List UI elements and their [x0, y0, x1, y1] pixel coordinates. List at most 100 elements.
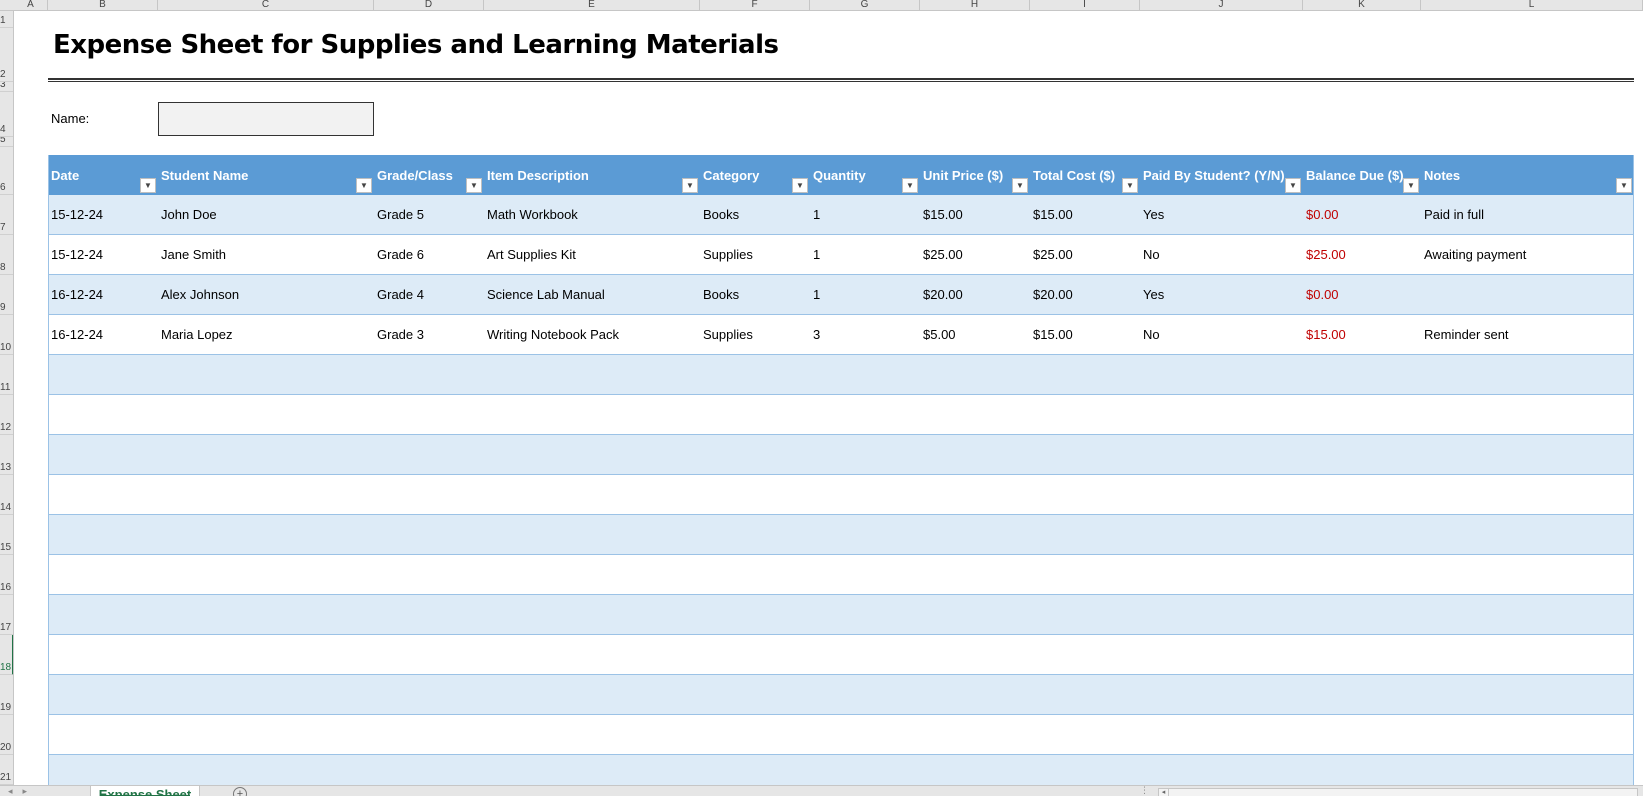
table-cell[interactable]: Alex Johnson: [158, 275, 374, 315]
table-cell[interactable]: 1: [810, 235, 920, 275]
row-header[interactable]: 17: [0, 595, 13, 635]
row-header[interactable]: 8: [0, 235, 13, 275]
table-cell[interactable]: Supplies: [700, 315, 810, 355]
table-cell[interactable]: Grade 5: [374, 195, 484, 235]
table-cell[interactable]: 15-12-24: [48, 195, 158, 235]
scroll-splitter-icon[interactable]: ⋮: [1140, 786, 1149, 795]
row-header[interactable]: 11: [0, 355, 13, 395]
table-cell[interactable]: Yes: [1140, 275, 1303, 315]
column-header[interactable]: J: [1140, 0, 1303, 11]
column-header[interactable]: G: [810, 0, 920, 11]
table-cell[interactable]: Grade 3: [374, 315, 484, 355]
table-cell[interactable]: 1: [810, 195, 920, 235]
row-header[interactable]: 7: [0, 195, 13, 235]
table-cell[interactable]: Awaiting payment: [1421, 235, 1634, 275]
table-cell[interactable]: [1421, 275, 1634, 315]
table-cell[interactable]: $25.00: [1030, 235, 1140, 275]
row-header[interactable]: 1: [0, 11, 13, 28]
table-row[interactable]: 15-12-24 John Doe Grade 5 Math Workbook Book…: [48, 195, 1634, 235]
column-header[interactable]: A: [14, 0, 48, 11]
table-cell[interactable]: $20.00: [920, 275, 1030, 315]
filter-dropdown-icon[interactable]: ▼: [356, 178, 372, 193]
table-row[interactable]: [48, 675, 1634, 715]
table-cell[interactable]: Writing Notebook Pack: [484, 315, 700, 355]
column-header[interactable]: K: [1303, 0, 1421, 11]
row-header[interactable]: 3: [0, 82, 13, 92]
row-header[interactable]: 12: [0, 395, 13, 435]
table-row[interactable]: 16-12-24 Maria Lopez Grade 3 Writing Notebo…: [48, 315, 1634, 355]
table-cell[interactable]: 1: [810, 275, 920, 315]
filter-dropdown-icon[interactable]: ▼: [1012, 178, 1028, 193]
table-cell[interactable]: Books: [700, 195, 810, 235]
table-cell[interactable]: No: [1140, 235, 1303, 275]
row-header[interactable]: 15: [0, 515, 13, 555]
table-cell[interactable]: $15.00: [920, 195, 1030, 235]
filter-dropdown-icon[interactable]: ▼: [1403, 178, 1419, 193]
row-header[interactable]: 9: [0, 275, 13, 315]
column-header[interactable]: D: [374, 0, 484, 11]
table-cell[interactable]: $15.00: [1030, 315, 1140, 355]
column-header[interactable]: C: [158, 0, 374, 11]
table-cell[interactable]: Reminder sent: [1421, 315, 1634, 355]
table-cell[interactable]: $5.00: [920, 315, 1030, 355]
table-cell[interactable]: Books: [700, 275, 810, 315]
table-cell[interactable]: No: [1140, 315, 1303, 355]
table-row[interactable]: [48, 395, 1634, 435]
row-header[interactable]: 5: [0, 137, 13, 147]
table-cell[interactable]: 15-12-24: [48, 235, 158, 275]
filter-dropdown-icon[interactable]: ▼: [466, 178, 482, 193]
row-header[interactable]: 21: [0, 755, 13, 785]
row-header[interactable]: 14: [0, 475, 13, 515]
filter-dropdown-icon[interactable]: ▼: [1616, 178, 1632, 193]
table-row[interactable]: 16-12-24 Alex Johnson Grade 4 Science Lab M…: [48, 275, 1634, 315]
row-header[interactable]: 10: [0, 315, 13, 355]
column-header[interactable]: E: [484, 0, 700, 11]
table-cell[interactable]: Grade 4: [374, 275, 484, 315]
row-header[interactable]: 13: [0, 435, 13, 475]
table-cell[interactable]: Maria Lopez: [158, 315, 374, 355]
table-cell[interactable]: $20.00: [1030, 275, 1140, 315]
table-cell[interactable]: Grade 6: [374, 235, 484, 275]
table-row[interactable]: [48, 475, 1634, 515]
name-field[interactable]: [158, 102, 374, 136]
table-cell[interactable]: 3: [810, 315, 920, 355]
column-header[interactable]: F: [700, 0, 810, 11]
column-header[interactable]: L: [1421, 0, 1643, 11]
table-row[interactable]: 15-12-24 Jane Smith Grade 6 Art Supplies Ki…: [48, 235, 1634, 275]
table-row[interactable]: [48, 355, 1634, 395]
table-cell[interactable]: $25.00: [1303, 235, 1421, 275]
filter-dropdown-icon[interactable]: ▼: [1285, 178, 1301, 193]
row-header[interactable]: 6: [0, 147, 13, 195]
filter-dropdown-icon[interactable]: ▼: [140, 178, 156, 193]
table-cell[interactable]: Jane Smith: [158, 235, 374, 275]
table-row[interactable]: [48, 555, 1634, 595]
table-cell[interactable]: 16-12-24: [48, 275, 158, 315]
table-row[interactable]: [48, 635, 1634, 675]
table-row[interactable]: [48, 435, 1634, 475]
table-row[interactable]: [48, 515, 1634, 555]
row-header[interactable]: 20: [0, 715, 13, 755]
plus-circle-icon[interactable]: +: [233, 787, 247, 796]
table-cell[interactable]: Yes: [1140, 195, 1303, 235]
table-cell[interactable]: 16-12-24: [48, 315, 158, 355]
table-cell[interactable]: $0.00: [1303, 275, 1421, 315]
horizontal-scrollbar[interactable]: ◂: [1158, 788, 1638, 796]
table-cell[interactable]: Math Workbook: [484, 195, 700, 235]
table-cell[interactable]: Science Lab Manual: [484, 275, 700, 315]
row-header[interactable]: 16: [0, 555, 13, 595]
filter-dropdown-icon[interactable]: ▼: [1122, 178, 1138, 193]
filter-dropdown-icon[interactable]: ▼: [792, 178, 808, 193]
column-header[interactable]: I: [1030, 0, 1140, 11]
column-header[interactable]: H: [920, 0, 1030, 11]
table-cell[interactable]: $15.00: [1030, 195, 1140, 235]
row-header[interactable]: 2: [0, 28, 13, 82]
table-row[interactable]: [48, 715, 1634, 755]
filter-dropdown-icon[interactable]: ▼: [902, 178, 918, 193]
scroll-left-icon[interactable]: ◂: [1159, 789, 1169, 796]
table-cell[interactable]: John Doe: [158, 195, 374, 235]
row-header[interactable]: 19: [0, 675, 13, 715]
table-cell[interactable]: $0.00: [1303, 195, 1421, 235]
row-header[interactable]: 18: [0, 635, 13, 675]
column-header[interactable]: B: [48, 0, 158, 11]
sheet-nav-arrows-icon[interactable]: ◂▸: [8, 786, 37, 796]
